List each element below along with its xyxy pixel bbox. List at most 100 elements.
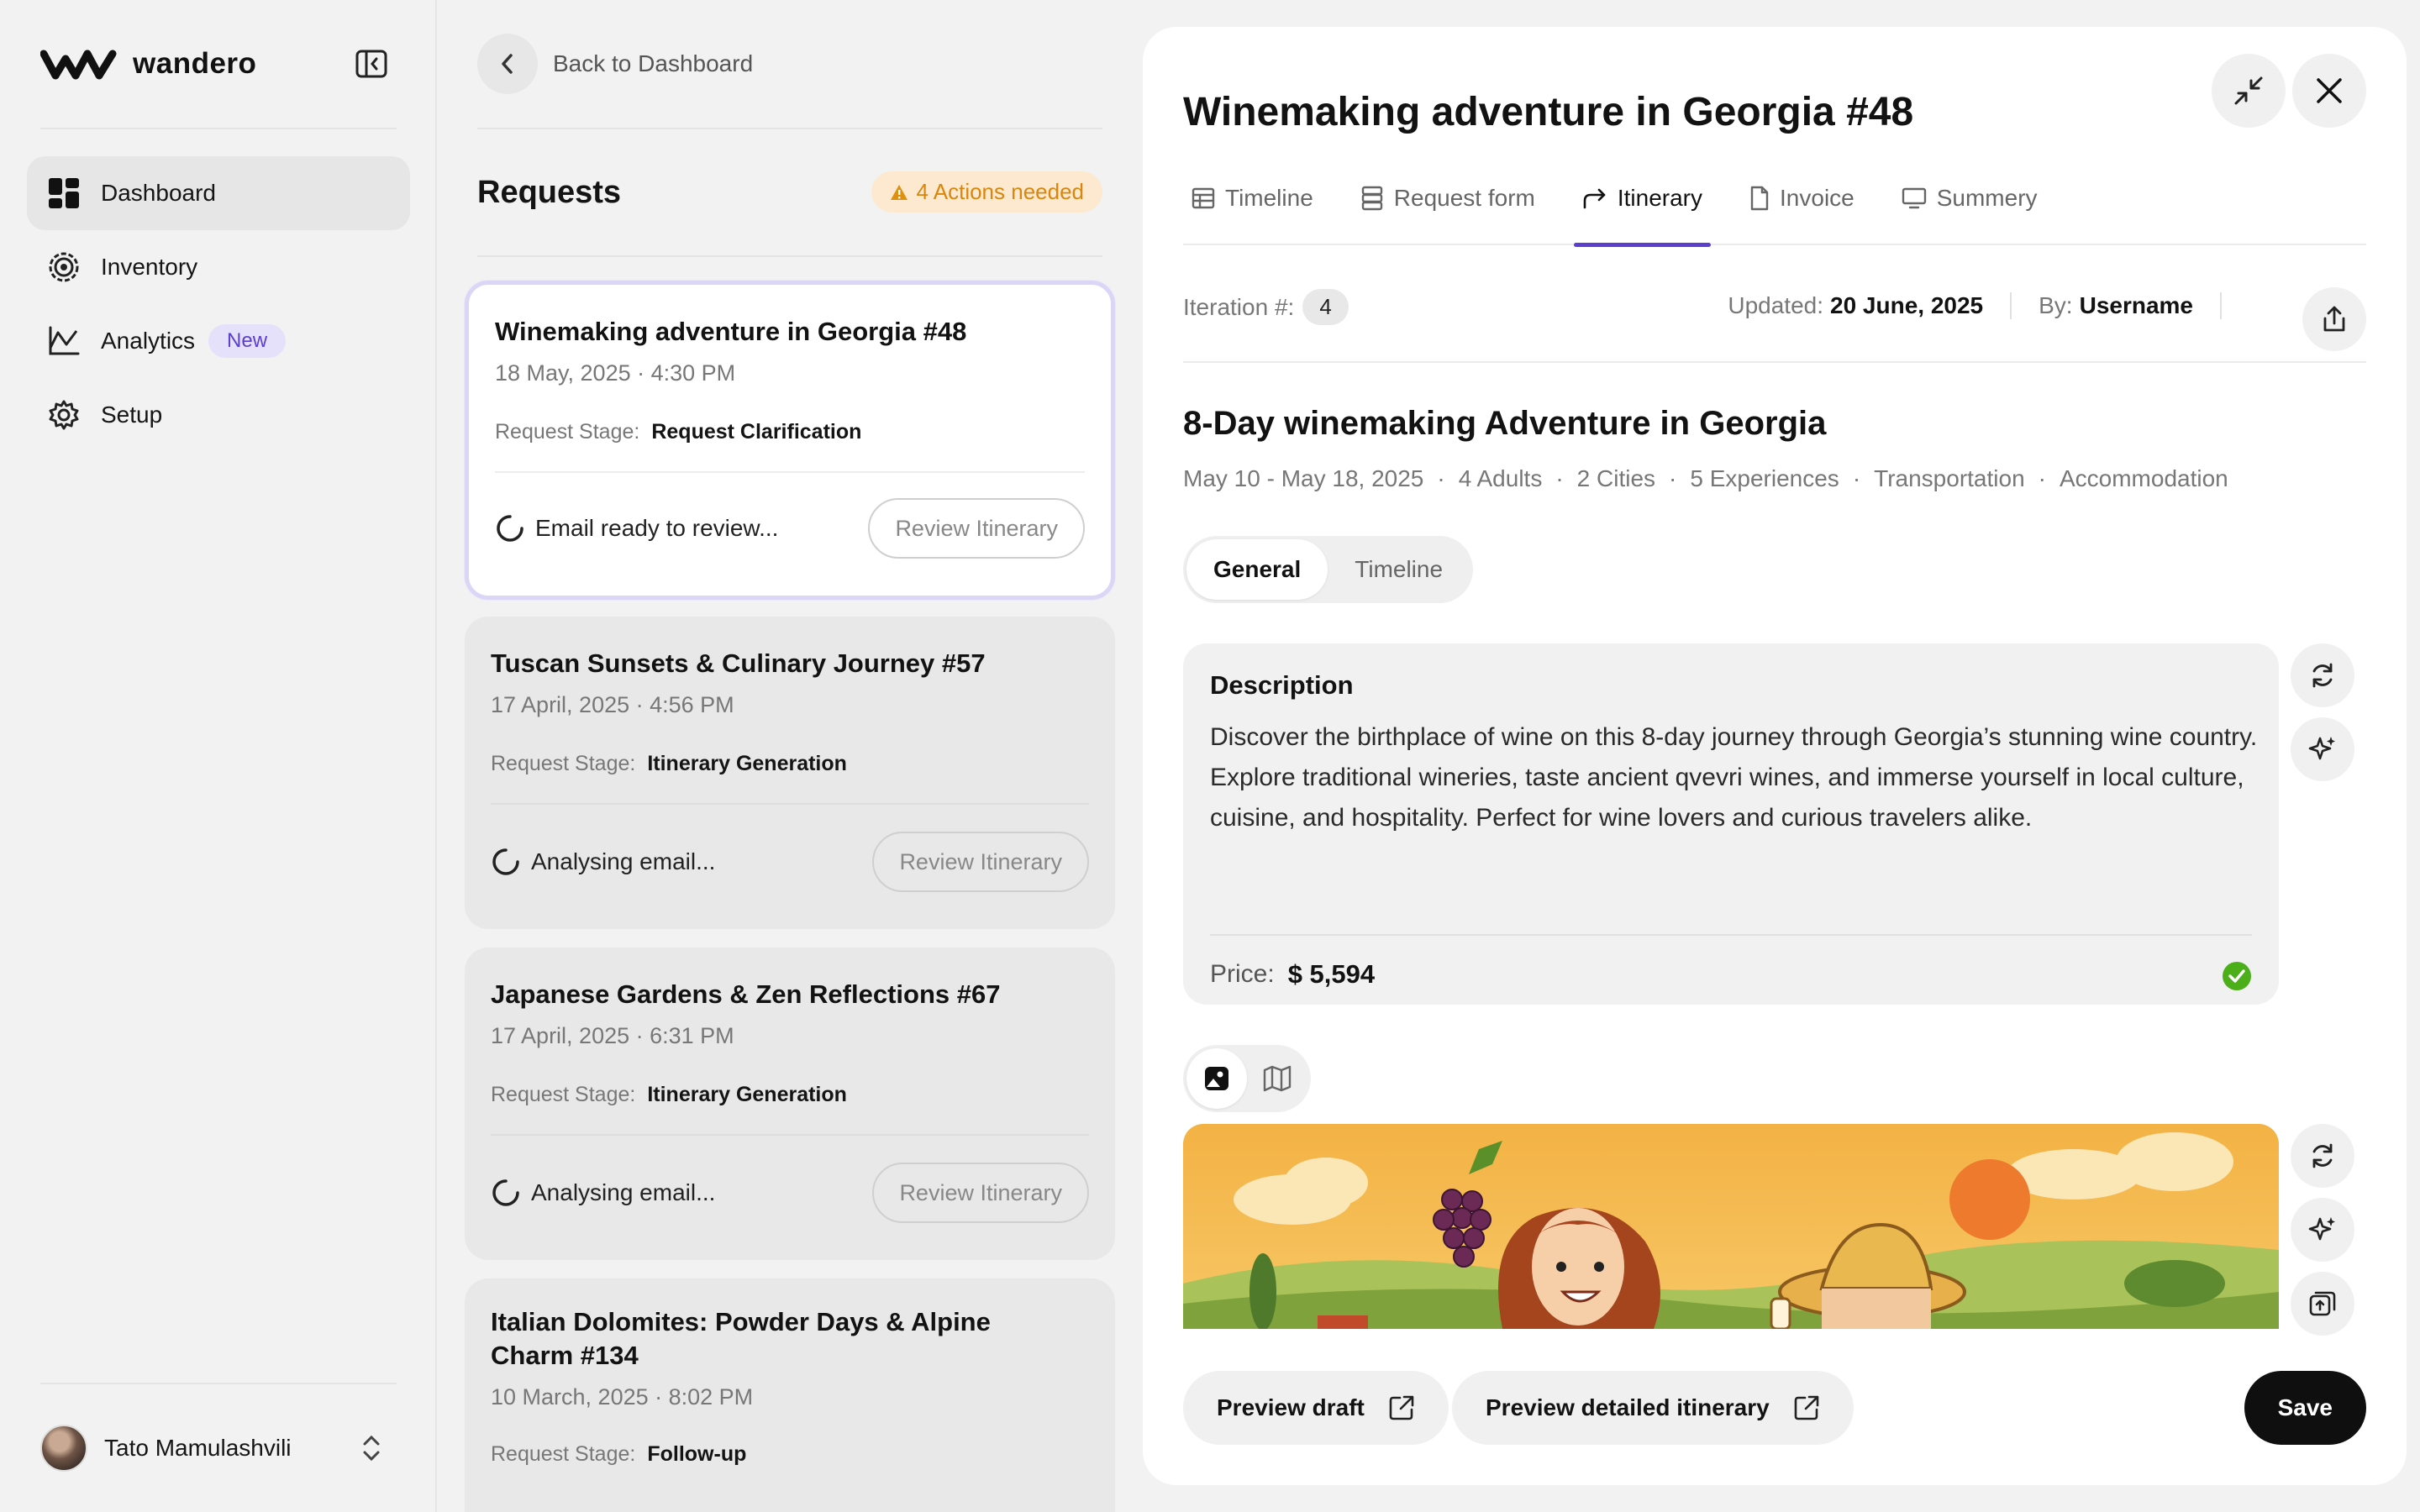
trip-summary: May 10 - May 18, 2025 · 4 Adults · 2 Citie… <box>1183 465 2228 491</box>
updated-info: Updated: 20 June, 2025 By: Username <box>1728 292 2249 319</box>
request-status: Email ready to review... <box>495 513 778 543</box>
brand-name: wandero <box>133 47 257 80</box>
request-stage: Request Stage: Request Clarification <box>495 420 862 444</box>
request-stage-value: Request Clarification <box>651 420 862 444</box>
request-date: 18 May, 2025 · 4:30 PM <box>495 360 736 386</box>
actions-needed-badge[interactable]: 4 Actions needed <box>871 171 1102 213</box>
inventory-icon <box>47 250 81 284</box>
image-upload-icon <box>2309 1291 2336 1316</box>
map-view-button[interactable] <box>1247 1048 1307 1109</box>
price: Price: $ 5,594 <box>1210 959 1376 989</box>
back-to-dashboard-link[interactable]: Back to Dashboard <box>477 34 753 94</box>
app-window: wandero Dashboard Inventory Analytics Ne… <box>0 0 2420 1512</box>
request-stage: Request Stage: Follow-up <box>491 1442 747 1466</box>
request-card-active[interactable]: Winemaking adventure in Georgia #48 18 M… <box>465 281 1115 600</box>
refresh-icon <box>2312 663 2333 688</box>
itinerary-detail-panel: Winemaking adventure in Georgia #48 Time… <box>1143 27 2407 1485</box>
spinner-icon <box>492 848 519 875</box>
spinner-icon <box>492 1179 519 1206</box>
map-icon <box>1263 1065 1292 1092</box>
warning-icon <box>890 184 908 200</box>
sidebar-item-inventory[interactable]: Inventory <box>27 230 410 304</box>
iteration-meta: Iteration #: 4 Updated: 20 June, 2025 By:… <box>1183 269 2366 363</box>
regenerate-image-button[interactable] <box>2291 1124 2354 1188</box>
request-stage-value: Itinerary Generation <box>647 1083 847 1106</box>
trip-title: 8-Day winemaking Adventure in Georgia <box>1183 405 1827 442</box>
brand[interactable]: wandero <box>40 47 256 81</box>
request-title: Japanese Gardens & Zen Reflections #67 <box>491 979 1001 1009</box>
requests-divider <box>477 255 1102 257</box>
share-button[interactable] <box>2302 287 2366 351</box>
wandero-logo-icon <box>40 50 117 80</box>
trip-transportation: Transportation <box>1874 465 2025 491</box>
tab-timeline[interactable]: Timeline <box>1183 151 1322 245</box>
minimize-icon <box>2234 76 2263 105</box>
request-stage-value: Itinerary Generation <box>647 752 847 775</box>
tab-invoice[interactable]: Invoice <box>1741 151 1863 245</box>
request-date: 10 March, 2025 · 8:02 PM <box>491 1384 754 1410</box>
close-button[interactable] <box>2292 54 2366 128</box>
share-icon <box>2323 306 2345 332</box>
ai-enhance-image-button[interactable] <box>2291 1198 2354 1262</box>
request-card[interactable]: Japanese Gardens & Zen Reflections #67 1… <box>465 948 1115 1260</box>
view-segmented-control: General Timeline <box>1183 536 1474 603</box>
sidebar-item-analytics[interactable]: Analytics New <box>27 304 410 378</box>
card-divider <box>491 803 1089 805</box>
sidebar-toggle-icon <box>355 50 387 78</box>
close-icon <box>2317 78 2342 103</box>
minimize-button[interactable] <box>2212 54 2286 128</box>
updated-by: Username <box>2079 292 2193 318</box>
card-divider <box>491 1134 1089 1136</box>
request-status: Analysing email... <box>491 847 715 877</box>
tab-summery[interactable]: Summery <box>1893 151 2046 245</box>
segment-general[interactable]: General <box>1186 539 1328 600</box>
review-itinerary-button[interactable]: Review Itinerary <box>868 498 1085 559</box>
sidebar-item-label: Analytics <box>101 328 196 354</box>
sidebar-item-label: Setup <box>101 402 163 428</box>
image-icon <box>1205 1067 1228 1090</box>
regenerate-description-button[interactable] <box>2291 643 2354 707</box>
itinerary-hero-image <box>1183 1124 2279 1329</box>
trip-adults: 4 Adults <box>1458 465 1543 491</box>
card-divider <box>495 471 1085 473</box>
trip-experiences: 5 Experiences <box>1690 465 1839 491</box>
segment-timeline[interactable]: Timeline <box>1328 539 1470 600</box>
form-icon <box>1361 186 1382 211</box>
chevron-up-down-icon[interactable] <box>360 1433 383 1467</box>
sidebar-item-setup[interactable]: Setup <box>27 378 410 452</box>
tab-request-form[interactable]: Request form <box>1352 151 1544 245</box>
dashboard-icon <box>47 176 81 210</box>
request-card[interactable]: Italian Dolomites: Powder Days & Alpine … <box>465 1278 1115 1512</box>
save-button[interactable]: Save <box>2244 1371 2366 1445</box>
sparkle-icon <box>2308 1217 2335 1241</box>
request-date: 17 April, 2025 · 6:31 PM <box>491 1023 734 1048</box>
review-itinerary-button[interactable]: Review Itinerary <box>872 1163 1089 1223</box>
upload-image-button[interactable] <box>2291 1272 2354 1336</box>
requests-title: Requests <box>477 175 622 210</box>
trip-accommodation: Accommodation <box>2059 465 2228 491</box>
spinner-icon <box>497 515 523 542</box>
iteration: Iteration #: 4 <box>1183 289 1349 325</box>
sidebar-divider <box>40 128 397 129</box>
external-link-icon <box>1389 1395 1414 1420</box>
image-view-button[interactable] <box>1186 1048 1247 1109</box>
ai-enhance-description-button[interactable] <box>2291 717 2354 781</box>
analytics-icon <box>47 324 81 358</box>
preview-detailed-itinerary-button[interactable]: Preview detailed itinerary <box>1452 1371 1854 1445</box>
preview-draft-button[interactable]: Preview draft <box>1183 1371 1449 1445</box>
sidebar-collapse-button[interactable] <box>353 47 390 81</box>
external-link-icon <box>1794 1395 1819 1420</box>
avatar <box>40 1425 87 1472</box>
trip-cities: 2 Cities <box>1576 465 1656 491</box>
review-itinerary-button[interactable]: Review Itinerary <box>872 832 1089 892</box>
request-card[interactable]: Tuscan Sunsets & Culinary Journey #57 17… <box>465 617 1115 929</box>
sidebar-item-label: Dashboard <box>101 180 216 206</box>
description-card: Description Discover the birthplace of w… <box>1183 643 2279 1005</box>
request-title: Italian Dolomites: Powder Days & Alpine … <box>491 1307 991 1370</box>
detail-tabs: Timeline Request form Itinerary Invoice … <box>1183 151 2366 247</box>
user-menu[interactable]: Tato Mamulashvili <box>40 1425 397 1472</box>
tab-itinerary[interactable]: Itinerary <box>1573 151 1712 247</box>
updated-date: 20 June, 2025 <box>1830 292 1984 318</box>
sidebar-item-dashboard[interactable]: Dashboard <box>27 156 410 230</box>
sidebar-item-label: Inventory <box>101 254 198 280</box>
